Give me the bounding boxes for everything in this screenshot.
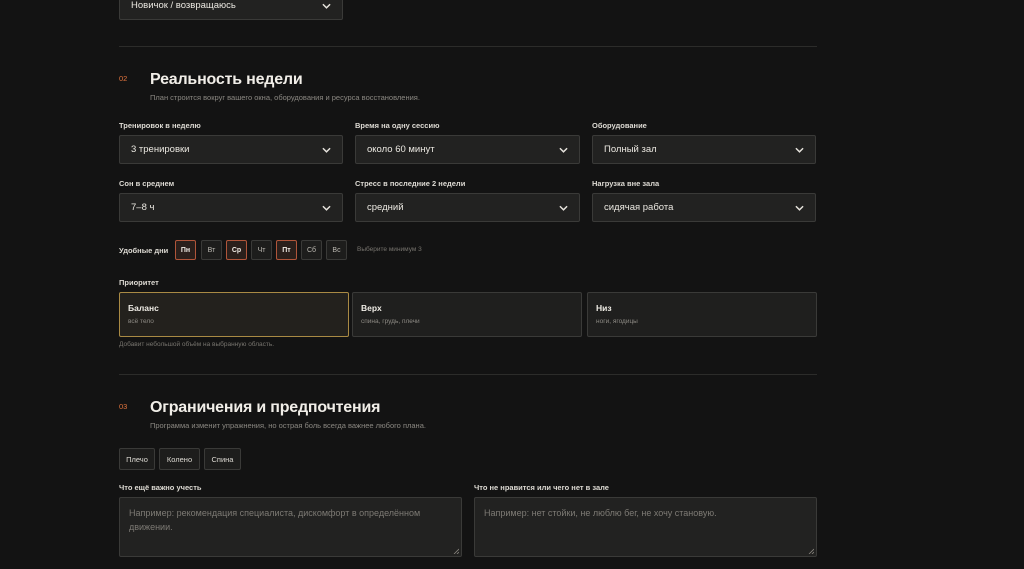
chevron-down-icon xyxy=(794,145,804,155)
day-toggle-tue[interactable]: Вт xyxy=(201,240,222,260)
textarea-placeholder: Например: нет стойки, не люблю бег, не х… xyxy=(484,508,717,518)
select-value: около 60 минут xyxy=(367,144,435,155)
priority-card-title: Верх xyxy=(361,303,382,313)
section-divider xyxy=(119,46,817,47)
day-toggle-mon[interactable]: Пн xyxy=(175,240,196,260)
day-toggle-sun[interactable]: Вс xyxy=(326,240,347,260)
section-subtitle: План строится вокруг вашего окна, оборуд… xyxy=(150,93,420,102)
priority-card-subtitle: спина, грудь, плечи xyxy=(361,318,420,325)
equipment-select[interactable]: Полный зал xyxy=(592,135,816,164)
section-number: 02 xyxy=(119,74,128,83)
chevron-down-icon xyxy=(794,203,804,213)
resize-grip-icon[interactable] xyxy=(808,548,814,554)
section-divider xyxy=(119,374,817,375)
priority-label: Приоритет xyxy=(119,278,159,287)
section-title: Ограничения и предпочтения xyxy=(150,399,381,416)
day-toggle-sat[interactable]: Сб xyxy=(301,240,322,260)
priority-card-title: Низ xyxy=(596,303,612,313)
day-toggle-fri[interactable]: Пт xyxy=(276,240,297,260)
sleep-select[interactable]: 7–8 ч xyxy=(119,193,343,222)
priority-hint: Добавит небольшой объём на выбранную обл… xyxy=(119,341,275,348)
select-value: 7–8 ч xyxy=(131,202,155,213)
field-label-equipment: Оборудование xyxy=(592,121,647,130)
priority-card-subtitle: всё тело xyxy=(128,318,154,325)
priority-card-balance[interactable]: Баланс всё тело xyxy=(119,292,349,337)
day-toggle-wed[interactable]: Ср xyxy=(226,240,247,260)
activity-select[interactable]: сидячая работа xyxy=(592,193,816,222)
session-time-select[interactable]: около 60 минут xyxy=(355,135,580,164)
notes-label-important: Что ещё важно учесть xyxy=(119,483,202,492)
stress-select[interactable]: средний xyxy=(355,193,580,222)
field-label-stress: Стресс в последние 2 недели xyxy=(355,179,466,188)
workouts-select[interactable]: 3 тренировки xyxy=(119,135,343,164)
limitation-chip-knee[interactable]: Колено xyxy=(159,448,200,470)
textarea-placeholder: Например: рекомендация специалиста, диск… xyxy=(129,508,421,532)
limitation-chip-shoulder[interactable]: Плечо xyxy=(119,448,155,470)
priority-card-lower[interactable]: Низ ноги, ягодицы xyxy=(587,292,817,337)
section-number: 03 xyxy=(119,402,128,411)
select-value: средний xyxy=(367,202,404,213)
day-toggle-thu[interactable]: Чт xyxy=(251,240,272,260)
chevron-down-icon xyxy=(321,145,331,155)
notes-important-textarea[interactable]: Например: рекомендация специалиста, диск… xyxy=(119,497,462,557)
experience-select[interactable]: Новичок / возвращаюсь xyxy=(119,0,343,20)
field-label-workouts: Тренировок в неделю xyxy=(119,121,201,130)
field-label-activity: Нагрузка вне зала xyxy=(592,179,660,188)
experience-select-value: Новичок / возвращаюсь xyxy=(131,0,236,11)
priority-card-title: Баланс xyxy=(128,303,159,313)
section-subtitle: Программа изменит упражнения, но острая … xyxy=(150,421,426,430)
select-value: 3 тренировки xyxy=(131,144,190,155)
chevron-down-icon xyxy=(558,203,568,213)
limitation-chip-back[interactable]: Спина xyxy=(204,448,241,470)
resize-grip-icon[interactable] xyxy=(453,548,459,554)
priority-card-upper[interactable]: Верх спина, грудь, плечи xyxy=(352,292,582,337)
section-title: Реальность недели xyxy=(150,71,303,88)
field-label-session-time: Время на одну сессию xyxy=(355,121,440,130)
notes-label-dislikes: Что не нравится или чего нет в зале xyxy=(474,483,609,492)
days-label: Удобные дни xyxy=(119,246,169,255)
priority-card-subtitle: ноги, ягодицы xyxy=(596,318,638,325)
notes-dislikes-textarea[interactable]: Например: нет стойки, не люблю бег, не х… xyxy=(474,497,817,557)
select-value: Полный зал xyxy=(604,144,657,155)
chevron-down-icon xyxy=(321,1,331,11)
field-label-sleep: Сон в среднем xyxy=(119,179,175,188)
select-value: сидячая работа xyxy=(604,202,674,213)
chevron-down-icon xyxy=(558,145,568,155)
chevron-down-icon xyxy=(321,203,331,213)
days-hint: Выберите минимум 3 xyxy=(357,246,422,253)
